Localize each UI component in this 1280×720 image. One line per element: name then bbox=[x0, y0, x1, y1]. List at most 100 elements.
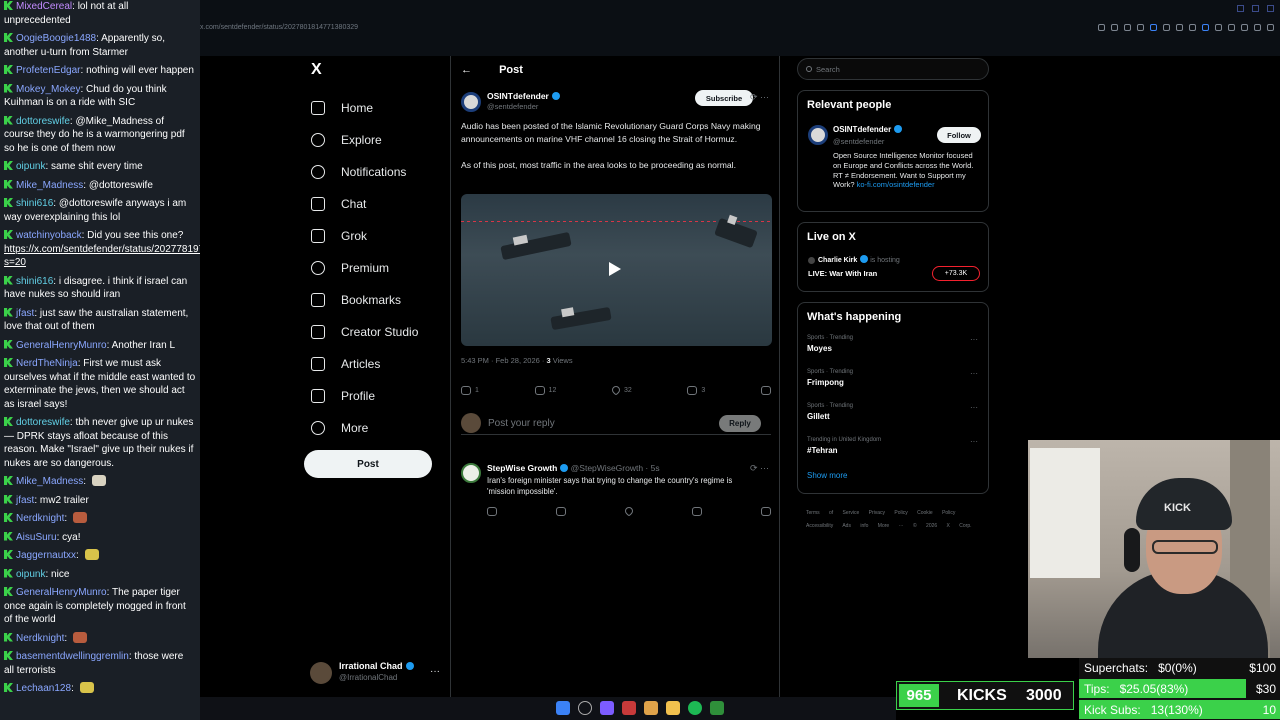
extension-icon[interactable] bbox=[1163, 24, 1170, 31]
obs-icon[interactable] bbox=[622, 701, 636, 715]
sidebar-item-more[interactable]: More bbox=[308, 412, 458, 444]
sidebar-item-grok[interactable]: Grok bbox=[308, 220, 458, 252]
close-icon[interactable] bbox=[1267, 5, 1274, 12]
footer-links[interactable]: Terms of Service Privacy Policy Cookie P… bbox=[806, 507, 988, 533]
bookmark-action[interactable]: 3 bbox=[687, 383, 705, 397]
more-icon[interactable]: ··· bbox=[970, 437, 978, 446]
show-more-link[interactable]: Show more bbox=[798, 469, 988, 490]
chat-username[interactable]: jfast bbox=[16, 495, 34, 506]
repost-action[interactable]: 12 bbox=[534, 383, 556, 397]
post-time[interactable]: 5:43 PM · Feb 28, 2026 · bbox=[461, 356, 546, 365]
live-host[interactable]: Charlie Kirk bbox=[818, 257, 857, 264]
sidebar-item-chat[interactable]: Chat bbox=[308, 188, 458, 220]
chat-username[interactable]: Mike_Madness bbox=[16, 476, 83, 487]
post-button[interactable]: Post bbox=[304, 450, 432, 478]
sidebar-item-explore[interactable]: Explore bbox=[308, 124, 458, 156]
sidebar-item-articles[interactable]: Articles bbox=[308, 348, 458, 380]
extension-icon[interactable] bbox=[1241, 24, 1248, 31]
chat-username[interactable]: ProfetenEdgar bbox=[16, 65, 81, 76]
chat-link[interactable]: https://x.com/sentdefender/status/202778… bbox=[4, 243, 200, 270]
sidebar-item-premium[interactable]: Premium bbox=[308, 252, 458, 284]
author-name[interactable]: OSINTdefender bbox=[487, 91, 549, 101]
zoom-icon[interactable] bbox=[1098, 24, 1105, 31]
trend-item[interactable]: Sports · Trending Gillett ··· bbox=[798, 401, 988, 435]
x-logo[interactable]: X bbox=[311, 61, 322, 79]
chat-username[interactable]: OogieBoogie1488 bbox=[16, 33, 96, 44]
avatar[interactable] bbox=[808, 125, 828, 145]
chat-username[interactable]: oipunk bbox=[16, 161, 45, 172]
chat-username[interactable]: dottoreswife bbox=[16, 417, 70, 428]
reply-tweet[interactable]: StepWise Growth @StepWiseGrowth · 5s ⟳ ·… bbox=[461, 461, 771, 526]
chat-username[interactable]: Mike_Madness bbox=[16, 180, 83, 191]
like-action[interactable]: 32 bbox=[610, 383, 632, 397]
chat-username[interactable]: basementdwellinggremlin bbox=[16, 651, 129, 662]
share-action[interactable] bbox=[760, 383, 771, 397]
xbox-icon[interactable] bbox=[710, 701, 724, 715]
avatar[interactable] bbox=[461, 92, 481, 112]
comment-icon[interactable] bbox=[487, 507, 497, 516]
trend-item[interactable]: Trending in United Kingdom #Tehran ··· bbox=[798, 435, 988, 469]
chat-username[interactable]: Jaggernautxx bbox=[16, 550, 76, 561]
trend-item[interactable]: Sports · Trending Frimpong ··· bbox=[798, 367, 988, 401]
reply-action[interactable]: 1 bbox=[461, 383, 479, 397]
chat-username[interactable]: watchinyoback bbox=[16, 230, 82, 241]
chat-username[interactable]: Mokey_Mokey bbox=[16, 84, 80, 95]
speaker-icon[interactable] bbox=[1215, 24, 1222, 31]
avatar[interactable] bbox=[461, 463, 481, 483]
chat-username[interactable]: GeneralHenryMunro bbox=[16, 340, 107, 351]
extension-icon[interactable] bbox=[1124, 24, 1131, 31]
repost-icon[interactable] bbox=[556, 507, 566, 516]
spotify-icon[interactable] bbox=[688, 701, 702, 715]
folder-icon[interactable] bbox=[666, 701, 680, 715]
reply-author-name[interactable]: StepWise Growth bbox=[487, 463, 557, 473]
chat-username[interactable]: NerdTheNinja bbox=[16, 358, 78, 369]
extension-icon[interactable] bbox=[1254, 24, 1261, 31]
menu-icon[interactable] bbox=[1267, 24, 1274, 31]
address-bar[interactable]: x.com/sentdefender/status/20278018147713… bbox=[200, 24, 358, 31]
more-icon[interactable]: ··· bbox=[970, 369, 978, 378]
more-icon[interactable]: ⟳ ··· bbox=[750, 463, 769, 474]
chat-username[interactable]: shini616 bbox=[16, 276, 53, 287]
chat-username[interactable]: Nerdknight bbox=[16, 513, 64, 524]
extension-icon[interactable] bbox=[1176, 24, 1183, 31]
heart-icon[interactable] bbox=[1189, 24, 1196, 31]
follow-button[interactable]: Follow bbox=[937, 127, 981, 143]
reply-button[interactable]: Reply bbox=[719, 415, 761, 432]
chat-username[interactable]: GeneralHenryMunro bbox=[16, 587, 107, 598]
extension-icon[interactable] bbox=[1111, 24, 1118, 31]
extension-icon[interactable] bbox=[1202, 24, 1209, 31]
trend-item[interactable]: Sports · Trending Moyes ··· bbox=[798, 333, 988, 367]
play-icon[interactable] bbox=[609, 262, 621, 276]
discord-icon[interactable] bbox=[600, 701, 614, 715]
chat-username[interactable]: dottoreswife bbox=[16, 116, 70, 127]
heart-icon[interactable] bbox=[623, 505, 635, 517]
chat-username[interactable]: oipunk bbox=[16, 569, 45, 580]
chat-username[interactable]: Nerdknight bbox=[16, 633, 64, 644]
sidebar-item-bookmarks[interactable]: Bookmarks bbox=[308, 284, 458, 316]
sidebar-item-home[interactable]: Home bbox=[308, 92, 458, 124]
live-title[interactable]: LIVE: War With Iran bbox=[808, 269, 877, 278]
more-icon[interactable]: ··· bbox=[430, 666, 440, 677]
extension-icon[interactable] bbox=[1137, 24, 1144, 31]
chat-username[interactable]: MixedCereal bbox=[16, 1, 72, 12]
account-switcher[interactable]: Irrational Chad @IrrationalChad ··· bbox=[310, 660, 440, 686]
video-player[interactable] bbox=[461, 194, 772, 346]
chat-username[interactable]: jfast bbox=[16, 308, 34, 319]
search-input[interactable]: Search bbox=[797, 58, 989, 80]
chat-username[interactable]: shini616 bbox=[16, 198, 53, 209]
more-icon[interactable]: ··· bbox=[970, 335, 978, 344]
sidebar-item-notifications[interactable]: Notifications bbox=[308, 156, 458, 188]
live-listeners[interactable]: +73.3K bbox=[932, 266, 980, 281]
bio-link[interactable]: ko-fi.com/osintdefender bbox=[857, 180, 935, 189]
subscribe-button[interactable]: Subscribe bbox=[695, 90, 753, 106]
reply-input[interactable]: Post your reply bbox=[488, 418, 555, 429]
chat-username[interactable]: AisuSuru bbox=[16, 532, 57, 543]
chat-username[interactable]: Lechaan128 bbox=[16, 683, 71, 694]
sidebar-item-creator-studio[interactable]: Creator Studio bbox=[308, 316, 458, 348]
chrome-icon[interactable] bbox=[644, 701, 658, 715]
person-name[interactable]: OSINTdefender bbox=[833, 125, 891, 134]
analytics-icon[interactable] bbox=[692, 507, 702, 516]
maximize-icon[interactable] bbox=[1252, 5, 1259, 12]
minimize-icon[interactable] bbox=[1237, 5, 1244, 12]
more-icon[interactable]: ⟳ ··· bbox=[750, 92, 769, 103]
